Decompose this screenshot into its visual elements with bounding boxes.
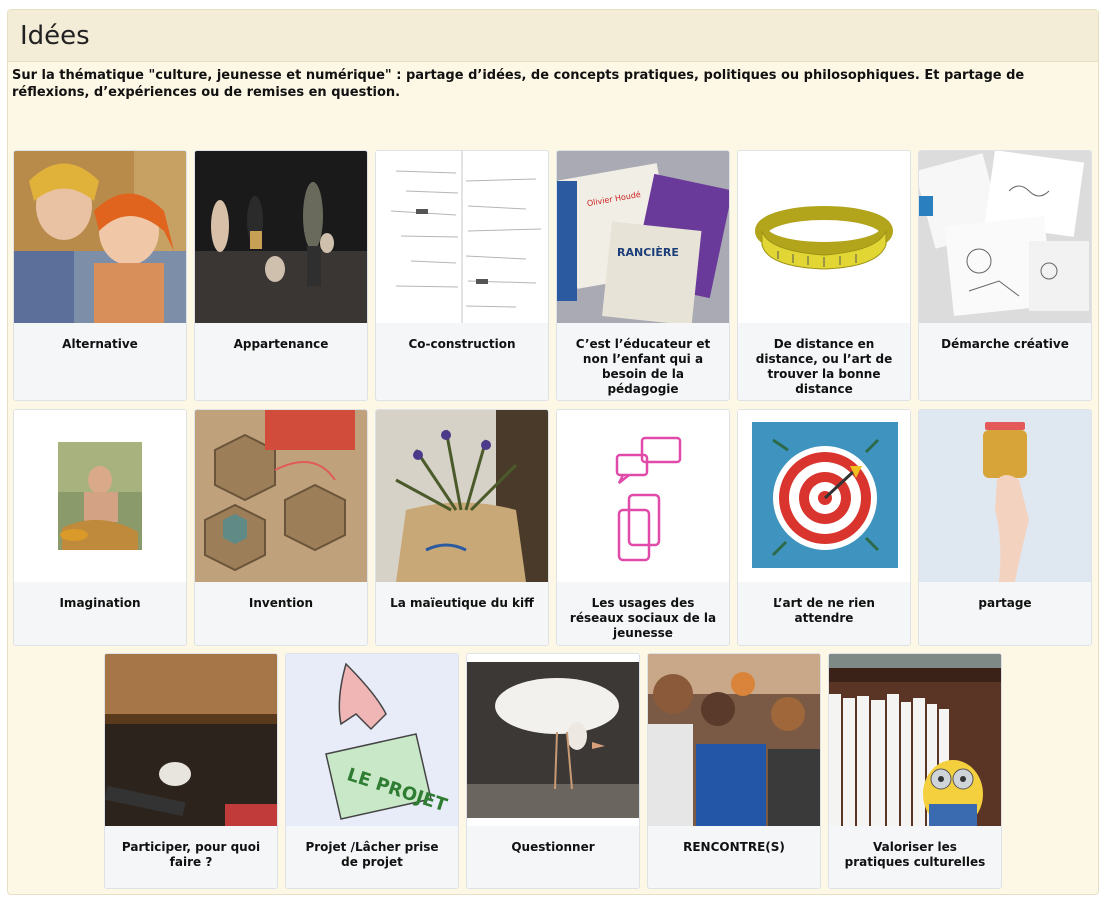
idea-card-rencontres[interactable]: RENCONTRE(S) [647,653,821,889]
card-label: Invention [248,596,314,610]
idea-card-rien-attendre[interactable]: L’art de ne rien attendre [737,409,911,646]
idea-card-projet[interactable]: LE PROJET Projet /Lâcher prise de projet [285,653,459,889]
card-image [738,151,910,323]
idea-card-participer[interactable]: Participer, pour quoi faire ? [104,653,278,889]
card-image [648,654,820,826]
card-label: Participer, pour quoi faire ? [121,840,261,869]
card-label: C’est l’éducateur et non l’enfant qui a … [575,337,711,396]
idea-card-distance[interactable]: De distance en distance, ou l’art de tro… [737,150,911,401]
card-image: RANCIÈRE Olivier Houdé [557,151,729,323]
card-label: De distance en distance, ou l’art de tro… [755,337,893,396]
card-image [14,410,186,582]
idea-card-demarche-creative[interactable]: Démarche créative [918,150,1092,401]
idea-card-maieutique[interactable]: La maïeutique du kiff [375,409,549,646]
card-image [919,151,1091,323]
idea-card-appartenance[interactable]: Appartenance [194,150,368,401]
svg-text:RANCIÈRE: RANCIÈRE [617,246,679,259]
card-label: Valoriser les pratiques culturelles [844,840,986,869]
idea-card-co-construction[interactable]: Co-construction [375,150,549,401]
card-label: L’art de ne rien attendre [773,596,875,625]
card-label: Démarche créative [941,337,1069,351]
card-image [195,410,367,582]
idea-card-invention[interactable]: Invention [194,409,368,646]
card-label: Imagination [59,596,141,610]
card-label: La maïeutique du kiff [390,596,534,610]
idea-card-partage[interactable]: partage [918,409,1092,646]
idea-card-alternative[interactable]: Alternative [13,150,187,401]
card-image [14,151,186,323]
card-label: Les usages des réseaux sociaux de la jeu… [569,596,717,640]
card-label: Co-construction [408,337,516,351]
card-label: Projet /Lâcher prise de projet [305,840,439,869]
card-image [467,654,639,826]
card-image [557,410,729,582]
idea-card-questionner[interactable]: Questionner [466,653,640,889]
page-title: Idées [20,20,90,51]
card-image [105,654,277,826]
card-image [738,410,910,582]
card-label: RENCONTRE(S) [683,840,785,854]
card-image [195,151,367,323]
intro-text: Sur la thématique "culture, jeunesse et … [12,68,1025,100]
idea-card-valoriser[interactable]: Valoriser les pratiques culturelles [828,653,1002,889]
card-image [919,410,1091,582]
card-label: Appartenance [233,337,329,351]
card-image [829,654,1001,826]
card-label: partage [978,596,1032,610]
card-label: Alternative [62,337,138,351]
panel-header: Idées [8,10,1098,62]
card-image: LE PROJET [286,654,458,826]
card-label: Questionner [511,840,595,854]
idea-card-educateur[interactable]: RANCIÈRE Olivier Houdé C’est l’éducateur… [556,150,730,401]
card-image [376,151,548,323]
card-image [376,410,548,582]
idea-card-reseaux-sociaux[interactable]: Les usages des réseaux sociaux de la jeu… [556,409,730,646]
idea-card-imagination[interactable]: Imagination [13,409,187,646]
